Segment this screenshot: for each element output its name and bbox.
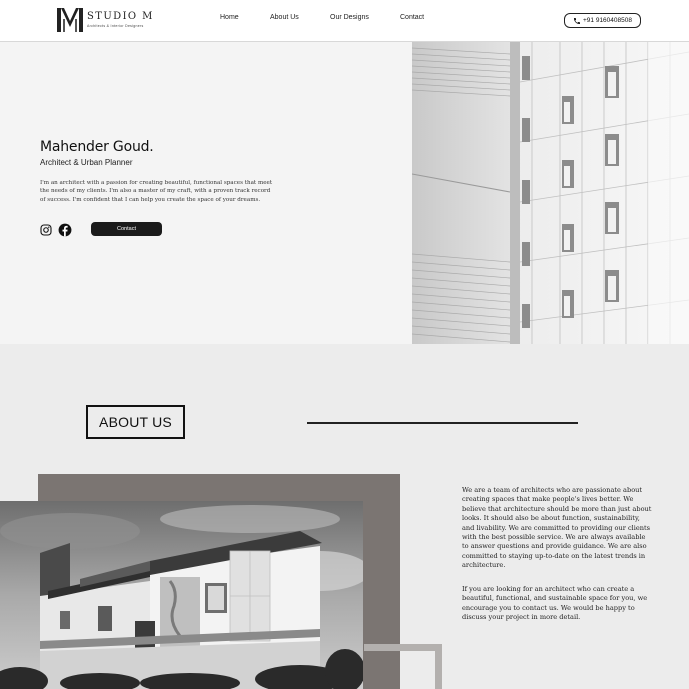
brand-name: STUDIO M — [87, 11, 154, 22]
about-section: ABOUT US We are a team of architects who… — [0, 344, 689, 689]
about-building-photo — [0, 501, 363, 689]
hero-section: Mahender Goud. Architect & Urban Planner… — [0, 42, 689, 344]
facebook-icon[interactable] — [58, 223, 72, 237]
phone-icon — [574, 17, 580, 24]
phone-button[interactable]: +91 9160408508 — [564, 13, 641, 28]
about-paragraph-2: If you are looking for an architect who … — [462, 585, 648, 622]
decorative-frame — [364, 644, 442, 689]
instagram-icon[interactable] — [40, 224, 52, 236]
about-paragraph-1: We are a team of architects who are pass… — [462, 486, 652, 570]
m-monogram-icon — [57, 8, 83, 32]
brand-logo[interactable]: STUDIO M Architects & Interior Designers — [56, 7, 156, 33]
divider-line — [307, 422, 578, 424]
brand-tagline: Architects & Interior Designers — [87, 24, 144, 28]
phone-number: +91 9160408508 — [583, 17, 632, 24]
hero-description: I'm an architect with a passion for crea… — [40, 180, 273, 203]
hero-name: Mahender Goud. — [40, 139, 154, 155]
nav-about-us[interactable]: About Us — [270, 14, 299, 21]
nav-our-designs[interactable]: Our Designs — [330, 14, 369, 21]
site-header: STUDIO M Architects & Interior Designers… — [0, 0, 689, 42]
contact-button[interactable]: Contact — [91, 222, 162, 236]
hero-building-photo — [412, 42, 689, 344]
nav-home[interactable]: Home — [220, 14, 239, 21]
hero-role: Architect & Urban Planner — [40, 158, 133, 167]
about-title: ABOUT US — [86, 405, 185, 439]
nav-contact[interactable]: Contact — [400, 14, 424, 21]
